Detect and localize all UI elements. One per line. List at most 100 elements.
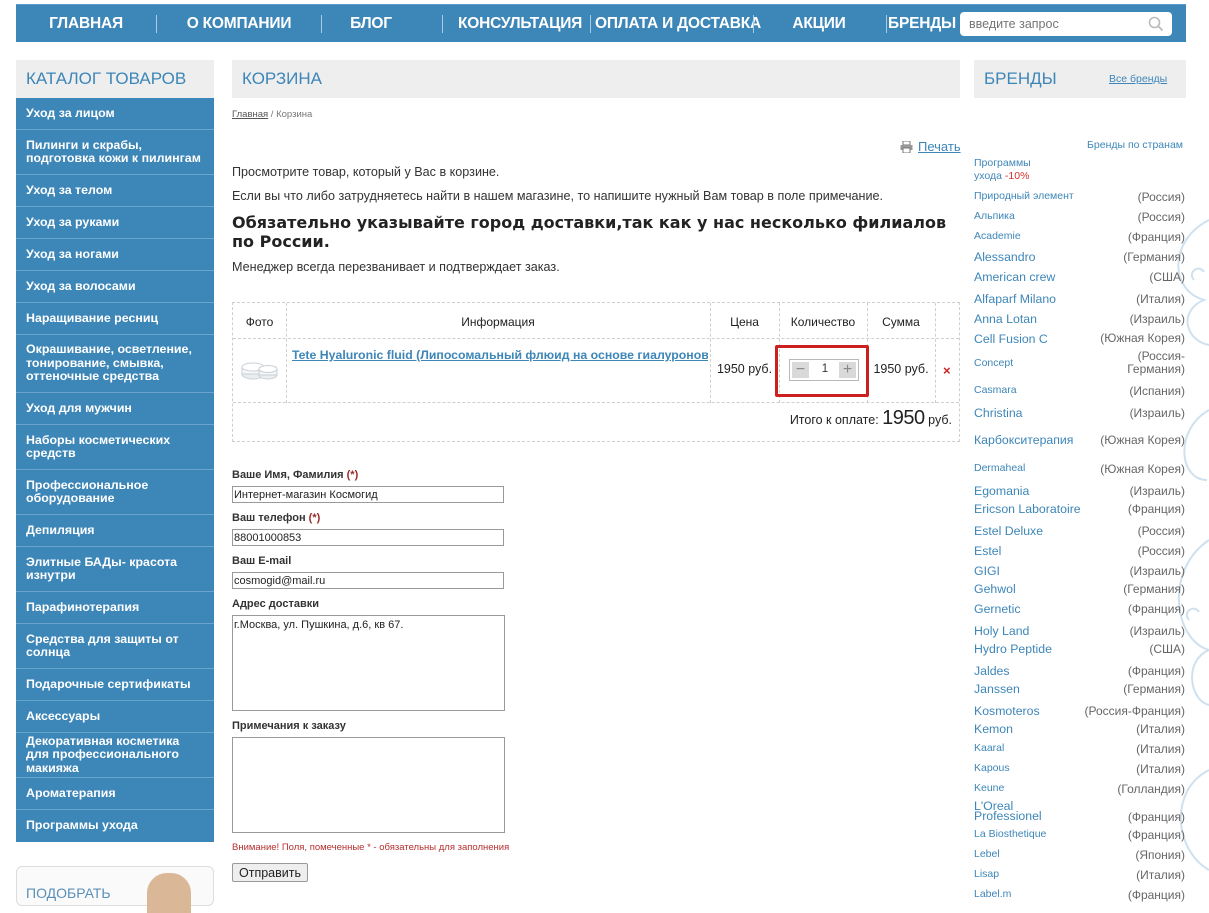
catalog-item-face-care[interactable]: Уход за лицом [16, 98, 214, 130]
brand-name[interactable]: Keune [974, 782, 1004, 794]
brand-name[interactable]: American crew [974, 270, 1055, 284]
brand-name[interactable]: Concept [974, 357, 1013, 369]
brand-item[interactable]: Lisap (Италия) [974, 868, 1185, 886]
catalog-item-men-care[interactable]: Уход для мужчин [16, 393, 214, 425]
brand-name[interactable]: Kemon [974, 722, 1013, 736]
name-field[interactable] [232, 486, 504, 503]
nav-item-brands[interactable]: Бренды [888, 5, 956, 43]
catalog-item-eyelash-extension[interactable]: Наращивание ресниц [16, 303, 214, 335]
brand-name[interactable]: Estel [974, 544, 1001, 558]
brand-name[interactable]: Egomania [974, 484, 1029, 498]
print-link[interactable]: Печать [918, 139, 961, 154]
brand-name[interactable]: Academie [974, 230, 1021, 242]
brand-name[interactable]: Dermaheal [974, 462, 1025, 474]
brand-name[interactable]: Kosmoteros [974, 704, 1040, 718]
brand-item[interactable]: Alfaparf Milano (Италия) [974, 292, 1185, 310]
brand-item[interactable]: Gernetic (Франция) [974, 602, 1185, 620]
brand-item[interactable]: La Biosthetique (Франция) [974, 828, 1185, 846]
catalog-item-coloring[interactable]: Окрашивание, осветление, тонирование, см… [16, 335, 214, 393]
brand-name[interactable]: Label.m [974, 888, 1011, 900]
notes-textarea[interactable] [232, 737, 505, 833]
brand-name[interactable]: Gernetic [974, 602, 1020, 616]
brand-name[interactable]: Holy Land [974, 624, 1029, 638]
brand-name[interactable]: Kapous [974, 762, 1010, 774]
catalog-item-accessories[interactable]: Аксессуары [16, 701, 214, 733]
brand-item[interactable]: Альпика (Россия) [974, 210, 1185, 228]
breadcrumb-home-link[interactable]: Главная [232, 109, 268, 120]
brand-item[interactable]: Estel (Россия) [974, 544, 1185, 562]
select-promo-box[interactable]: Подобрать [16, 866, 214, 913]
brand-item[interactable]: Egomania (Израиль) [974, 484, 1185, 502]
remove-item-icon[interactable]: × [943, 363, 951, 378]
brand-name[interactable]: Gehwol [974, 582, 1016, 596]
search-icon[interactable] [1148, 16, 1164, 35]
brand-item[interactable]: Anna Lotan (Израиль) [974, 312, 1185, 330]
brand-item[interactable]: Kosmoteros (Россия-Франция) [974, 704, 1185, 722]
brand-item[interactable]: GIGI (Израиль) [974, 564, 1185, 582]
brand-item[interactable]: American crew (США) [974, 270, 1185, 288]
brand-name[interactable]: L'Oreal Professionel [974, 800, 1054, 822]
search-input[interactable] [969, 16, 1144, 32]
brand-item[interactable]: Kemon (Италия) [974, 722, 1185, 740]
brand-item[interactable]: Kaaral (Италия) [974, 742, 1185, 760]
brand-item[interactable]: Casmara (Испания) [974, 384, 1185, 402]
brand-item[interactable]: Keune (Голландия) [974, 782, 1185, 800]
all-brands-link[interactable]: Все бренды [1109, 73, 1167, 85]
catalog-item-supplements[interactable]: Элитные БАДы- красота изнутри [16, 547, 214, 592]
brand-name[interactable]: Janssen [974, 682, 1020, 696]
brand-item[interactable]: Cell Fusion C (Южная Корея) [974, 332, 1185, 350]
submit-button[interactable]: Отправить [232, 863, 308, 882]
brand-name[interactable]: Jaldes [974, 664, 1010, 678]
brand-item[interactable]: Ericson Laboratoire (Франция) [974, 502, 1185, 520]
brand-item[interactable]: Dermaheal (Южная Корея) [974, 462, 1185, 480]
brand-item[interactable]: Label.m (Франция) [974, 888, 1185, 906]
brand-item[interactable]: Alessandro (Германия) [974, 250, 1185, 268]
brand-name[interactable]: Ericson Laboratoire [974, 502, 1081, 516]
brand-name[interactable]: Программы ухода -10% [974, 157, 1031, 183]
email-field[interactable] [232, 572, 504, 589]
brand-name[interactable]: Kaaral [974, 742, 1004, 754]
brand-name[interactable]: Lebel [974, 848, 1000, 860]
brand-name[interactable]: Christina [974, 406, 1023, 420]
quantity-value[interactable]: 1 [817, 363, 833, 375]
catalog-item-hand-care[interactable]: Уход за руками [16, 207, 214, 239]
catalog-item-depilation[interactable]: Депиляция [16, 515, 214, 547]
brand-item[interactable]: Природный элемент (Россия) [974, 190, 1185, 208]
brand-name[interactable]: Estel Deluxe [974, 524, 1043, 538]
brand-name[interactable]: Alessandro [974, 250, 1036, 264]
brand-name[interactable]: Cell Fusion C [974, 332, 1048, 346]
brand-item-programs[interactable]: Программы ухода -10% [974, 157, 1185, 185]
increase-quantity-button[interactable]: + [839, 362, 856, 378]
brand-name[interactable]: Lisap [974, 868, 999, 880]
catalog-item-professional-equipment[interactable]: Профессиональное оборудование [16, 470, 214, 515]
catalog-item-cosmetic-sets[interactable]: Наборы косметических средств [16, 425, 214, 470]
printer-icon[interactable] [900, 141, 913, 153]
catalog-item-sun-protection[interactable]: Средства для защиты от солнца [16, 624, 214, 669]
brand-name[interactable]: Casmara [974, 384, 1017, 396]
brands-by-country-link[interactable]: Бренды по странам [1087, 139, 1183, 151]
brand-item[interactable]: Gehwol (Германия) [974, 582, 1185, 600]
brand-name[interactable]: Anna Lotan [974, 312, 1037, 326]
nav-item-consultation[interactable]: Консультация [458, 5, 582, 43]
catalog-item-decorative-cosmetics[interactable]: Декоративная косметика для профессиональ… [16, 733, 214, 778]
brand-name[interactable]: Карбокситерапия [974, 433, 1073, 447]
product-thumbnail[interactable] [239, 355, 279, 383]
brand-item[interactable]: Concept (Россия-Германия) [974, 350, 1185, 376]
catalog-item-aromatherapy[interactable]: Ароматерапия [16, 778, 214, 810]
catalog-item-paraffin-therapy[interactable]: Парафинотерапия [16, 592, 214, 624]
brand-name[interactable]: Alfaparf Milano [974, 292, 1056, 306]
catalog-item-gift-certificates[interactable]: Подарочные сертификаты [16, 669, 214, 701]
decrease-quantity-button[interactable]: − [792, 362, 809, 378]
brand-item[interactable]: Lebel (Япония) [974, 848, 1185, 866]
nav-item-blog[interactable]: Блог [342, 5, 400, 43]
brand-item[interactable]: Holy Land (Израиль) [974, 624, 1185, 642]
brand-item[interactable]: Academie (Франция) [974, 230, 1185, 248]
brand-item[interactable]: Christina (Израиль) [974, 406, 1185, 424]
brand-item[interactable]: Kapous (Италия) [974, 762, 1185, 780]
catalog-item-hair-care[interactable]: Уход за волосами [16, 271, 214, 303]
catalog-item-foot-care[interactable]: Уход за ногами [16, 239, 214, 271]
brand-item[interactable]: L'Oreal Professionel (Франция) [974, 800, 1185, 828]
nav-item-home[interactable]: Главная [42, 5, 130, 43]
nav-item-promotions[interactable]: Акции [790, 5, 848, 43]
brand-name[interactable]: Альпика [974, 210, 1015, 222]
